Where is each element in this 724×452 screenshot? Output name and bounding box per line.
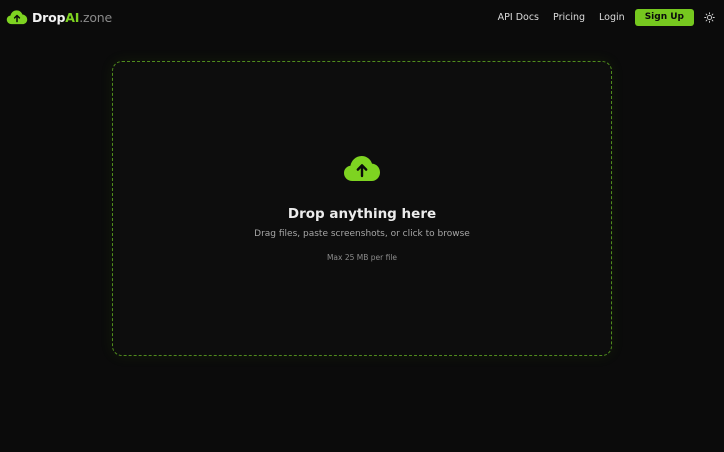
- file-size-limit: Max 25 MB per file: [326, 253, 398, 262]
- cloud-upload-icon: [6, 10, 28, 25]
- brand-name-ai: AI: [65, 9, 80, 25]
- brand-name-drop: Drop: [32, 9, 66, 25]
- sign-up-button[interactable]: Sign Up: [634, 8, 694, 26]
- drop-instructions: Drag files, paste screenshots, or click …: [254, 229, 470, 239]
- nav-pricing-link[interactable]: Pricing: [553, 12, 585, 23]
- theme-toggle-button[interactable]: [702, 10, 716, 24]
- nav-login-link[interactable]: Login: [599, 12, 625, 23]
- top-nav-bar: DropAI.zone API Docs Pricing Login Sign …: [0, 0, 724, 34]
- brand-name: DropAI.zone: [32, 10, 112, 25]
- brand-name-zone: .zone: [79, 9, 113, 25]
- file-drop-zone[interactable]: Drop anything here Drag files, paste scr…: [112, 61, 612, 356]
- nav-api-docs-link[interactable]: API Docs: [498, 12, 539, 23]
- sun-icon: [703, 11, 715, 23]
- drop-title: Drop anything here: [287, 206, 437, 222]
- brand-logo-link[interactable]: DropAI.zone: [6, 9, 112, 25]
- main-nav: API Docs Pricing Login Sign Up: [498, 8, 716, 26]
- cloud-upload-icon: [344, 156, 380, 181]
